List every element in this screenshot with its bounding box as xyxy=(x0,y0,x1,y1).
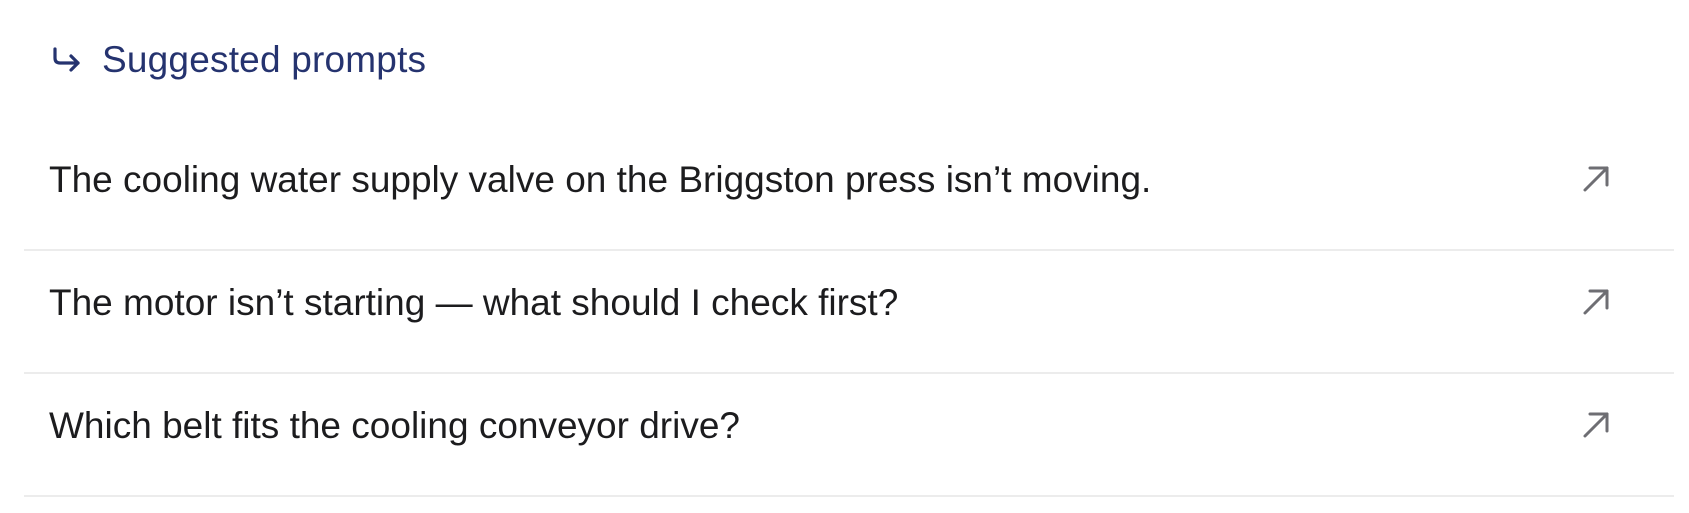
prompt-item-label: The motor isn’t starting — what should I… xyxy=(49,282,899,323)
arrow-up-right-icon[interactable] xyxy=(1580,163,1612,195)
suggested-prompts-header: Suggested prompts xyxy=(50,36,426,84)
prompt-item-motor[interactable]: The motor isn’t starting — what should I… xyxy=(24,251,1674,374)
section-title: Suggested prompts xyxy=(102,39,427,80)
arrow-up-right-icon[interactable] xyxy=(1580,409,1612,441)
prompt-item-cooling-valve[interactable]: The cooling water supply valve on the Br… xyxy=(24,128,1674,251)
reply-arrow-icon xyxy=(50,46,84,74)
prompt-item-belt[interactable]: Which belt fits the cooling conveyor dri… xyxy=(24,374,1674,497)
arrow-up-right-icon[interactable] xyxy=(1580,286,1612,318)
prompt-list: The cooling water supply valve on the Br… xyxy=(24,128,1674,497)
prompt-item-label: The cooling water supply valve on the Br… xyxy=(49,159,1152,200)
suggested-prompts-panel: Suggested prompts The cooling water supp… xyxy=(0,0,1689,513)
prompt-item-label: Which belt fits the cooling conveyor dri… xyxy=(49,405,741,446)
